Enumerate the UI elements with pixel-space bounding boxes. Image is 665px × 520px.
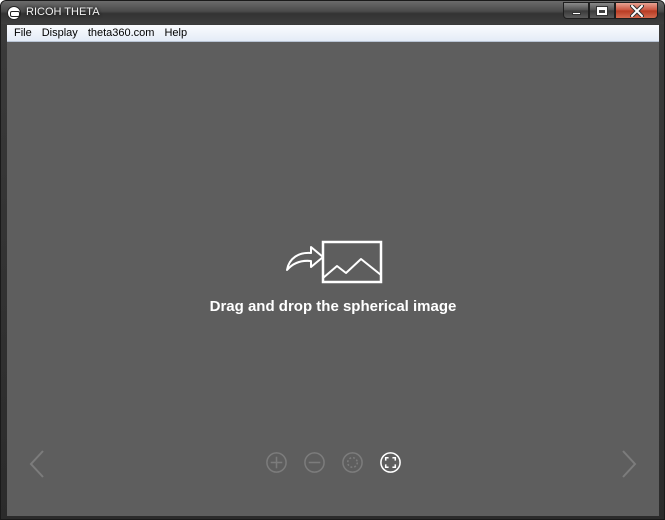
zoom-out-icon[interactable] [303,451,326,474]
app-window: RICOH THETA File Display theta360.com He… [0,0,665,520]
viewer-toolbar [265,451,402,475]
previous-image-button[interactable] [27,448,47,480]
menu-bar: File Display theta360.com Help [7,25,659,42]
next-image-button[interactable] [619,448,639,480]
menu-help[interactable]: Help [159,25,192,41]
drop-instruction: Drag and drop the spherical image [209,298,457,315]
maximize-icon [596,5,608,16]
rotate-icon[interactable] [341,451,364,474]
title-bar[interactable]: RICOH THETA [1,1,664,24]
close-icon [629,4,644,17]
maximize-button[interactable] [589,2,615,19]
zoom-in-icon[interactable] [265,451,288,474]
minimize-button[interactable] [563,2,589,19]
ricoh-theta-app-icon[interactable] [7,6,21,20]
close-button[interactable] [615,2,658,19]
fullscreen-icon[interactable] [379,451,402,474]
window-title: RICOH THETA [26,6,100,18]
image-viewer-drop-area[interactable]: Drag and drop the spherical image [7,42,659,516]
minimize-icon [571,12,581,15]
menu-theta360[interactable]: theta360.com [83,25,160,41]
drag-drop-image-icon [286,240,383,284]
window-controls [563,2,658,20]
menu-display[interactable]: Display [37,25,83,41]
menu-file[interactable]: File [9,25,37,41]
